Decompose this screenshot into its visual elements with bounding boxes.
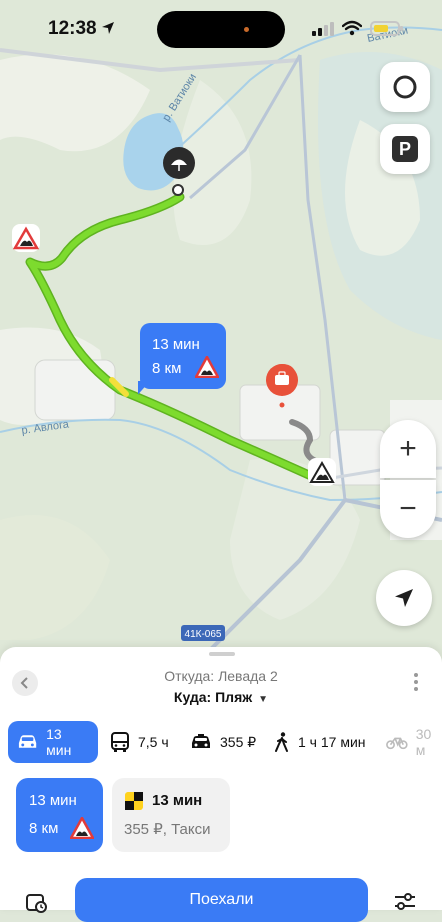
caret-down-icon: ▼ [258, 694, 269, 705]
wifi-icon [342, 20, 362, 36]
road-warning-icon [12, 224, 40, 252]
tab-bike[interactable]: 30 м [386, 721, 442, 763]
assistant-ring-icon [393, 75, 417, 99]
more-options-icon[interactable] [414, 673, 418, 694]
tab-walk-label: 1 ч 17 мин [298, 734, 366, 750]
taxi-icon [192, 734, 210, 748]
zoom-out-button[interactable]: − [380, 480, 436, 538]
callout-tail [138, 381, 150, 395]
my-location-button[interactable] [376, 570, 432, 626]
road-bumps-warning-icon [195, 356, 219, 378]
route-to[interactable]: Куда: Пляж ▼ [0, 689, 442, 705]
option-distance: 8 км [29, 820, 59, 837]
location-arrow-icon [102, 22, 114, 34]
tab-taxi[interactable]: 355 ₽ [190, 721, 256, 763]
taxi-price: 355 ₽, Такси [124, 821, 211, 838]
route-bottom-sheet[interactable]: Откуда: Левада 2 Куда: Пляж ▼ 13 мин 7,5 … [0, 647, 442, 922]
schedule-calendar-icon[interactable] [26, 892, 48, 914]
bike-icon [386, 737, 408, 750]
route-to-label: Куда: Пляж [173, 689, 253, 705]
battery-icon [370, 21, 403, 36]
go-button[interactable]: Поехали [75, 878, 368, 922]
tab-bike-label: 30 м [415, 726, 432, 758]
route-option-taxi[interactable]: 13 мин 355 ₽, Такси [112, 778, 230, 852]
tab-bus[interactable]: 7,5 ч [110, 721, 169, 763]
tab-car-label: 13 мин [46, 726, 72, 758]
road-warning-icon [308, 458, 336, 486]
yandex-taxi-logo-icon [125, 792, 143, 810]
route-distance: 8 км [152, 360, 182, 377]
road-bumps-warning-icon [70, 817, 94, 839]
tab-bus-label: 7,5 ч [138, 734, 169, 750]
tab-taxi-label: 355 ₽ [220, 733, 257, 750]
parking-button[interactable]: P [380, 124, 430, 174]
transport-mode-tabs: 13 мин 7,5 ч 355 ₽ 1 ч 17 мин 30 м [0, 721, 442, 763]
clock: 12:38 [48, 18, 97, 39]
taxi-duration: 13 мин [152, 792, 203, 809]
parking-icon: P [392, 136, 418, 162]
road-number-badge: 41К-065 [185, 629, 222, 640]
route-duration: 13 мин [152, 336, 200, 353]
route-from[interactable]: Откуда: Левада 2 [0, 668, 442, 684]
minus-icon: − [399, 492, 417, 525]
zoom-in-button[interactable]: + [380, 420, 436, 478]
route-option-car[interactable]: 13 мин 8 км [16, 778, 103, 852]
route-callout[interactable]: 13 мин 8 км [138, 323, 226, 395]
tab-walk[interactable]: 1 ч 17 мин [274, 721, 366, 763]
walk-icon [275, 732, 288, 752]
plus-icon: + [399, 432, 417, 465]
status-bar: 12:38 [0, 0, 442, 60]
route-settings-icon[interactable] [394, 892, 416, 912]
tab-car[interactable]: 13 мин [8, 721, 98, 763]
route-options: 13 мин 8 км 13 мин 355 ₽, Такси [0, 778, 442, 854]
alice-assistant-button[interactable] [380, 62, 430, 112]
navigation-arrow-icon [395, 589, 413, 607]
beach-pin-icon[interactable] [163, 147, 195, 179]
bus-icon [111, 732, 129, 752]
sheet-grabber[interactable] [209, 652, 235, 656]
cellular-signal-icon [312, 22, 334, 36]
option-duration: 13 мин [29, 792, 77, 809]
car-icon [18, 735, 37, 748]
dynamic-island [157, 11, 285, 48]
